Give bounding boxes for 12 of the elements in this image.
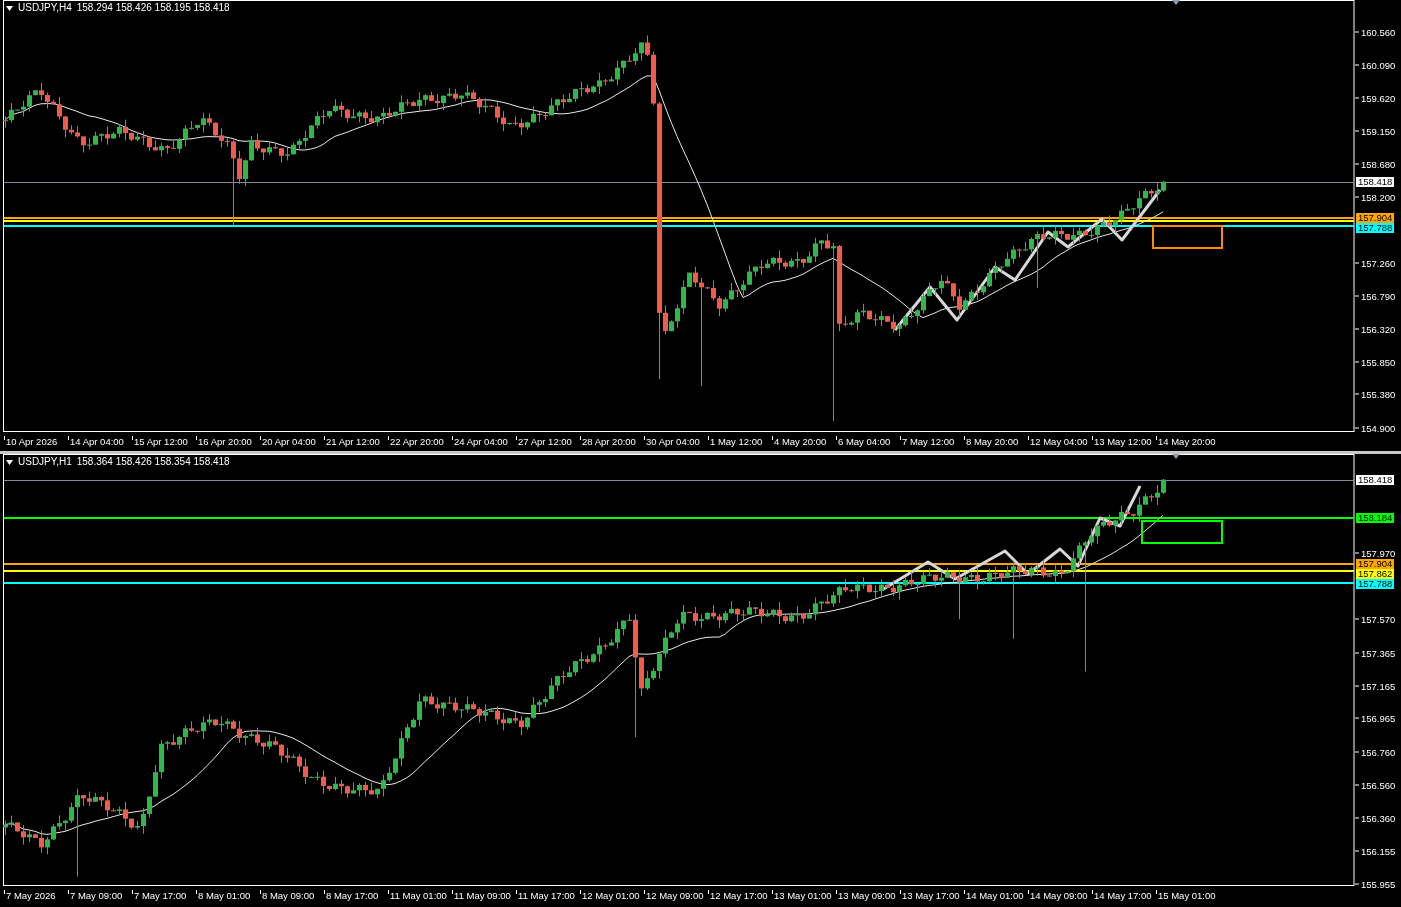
price-tag: 157.862 (1356, 569, 1395, 579)
ohlc-prices: 158.294 158.426 158.195 158.418 (76, 2, 230, 14)
price-tag: 157.788 (1356, 223, 1395, 233)
price-tag: 158.418 (1356, 475, 1395, 485)
ohlc-prices: 158.364 158.426 158.354 158.418 (76, 456, 230, 468)
price-tag: 157.904 (1356, 559, 1395, 569)
price-tag: 157.788 (1356, 579, 1395, 589)
symbol-timeframe: USDJPY,H1 (18, 456, 72, 468)
price-tag: 158.184 (1356, 513, 1395, 523)
price-tag: 158.418 (1356, 177, 1395, 187)
price-tag: 157.904 (1356, 213, 1395, 223)
symbol-timeframe: USDJPY,H4 (18, 2, 72, 14)
